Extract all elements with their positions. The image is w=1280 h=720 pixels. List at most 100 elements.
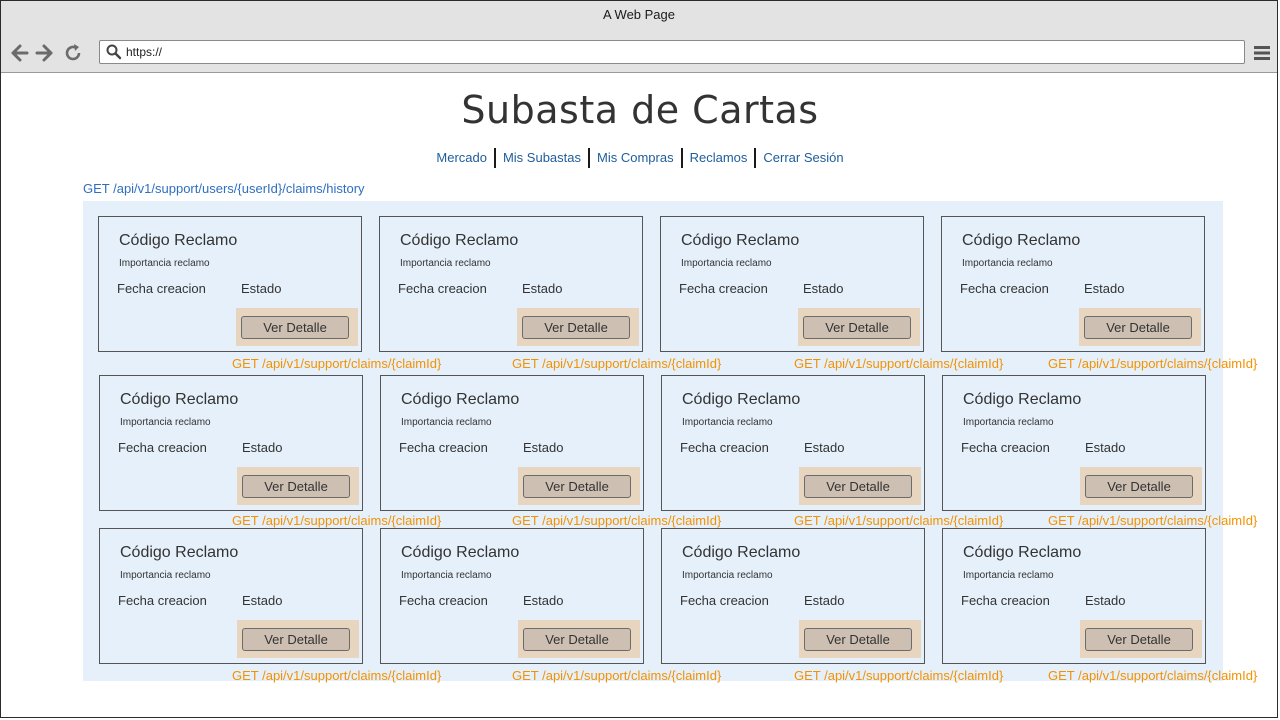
claim-status: Estado bbox=[1085, 593, 1126, 608]
detail-endpoint-annotation: GET /api/v1/support/claims/{claimId} bbox=[1048, 668, 1258, 683]
claim-created-date: Fecha creacion bbox=[961, 593, 1050, 608]
claim-importance: Importancia reclamo bbox=[119, 258, 210, 269]
detail-button-container: Ver Detalle bbox=[799, 620, 921, 658]
claim-created-date: Fecha creacion bbox=[680, 440, 769, 455]
nav-link-reclamos[interactable]: Reclamos bbox=[683, 148, 755, 168]
detail-button-container: Ver Detalle bbox=[798, 308, 920, 346]
claim-code: Código Reclamo bbox=[401, 544, 520, 561]
claim-status: Estado bbox=[1084, 281, 1125, 296]
claim-created-date: Fecha creacion bbox=[399, 440, 488, 455]
back-icon[interactable] bbox=[8, 42, 30, 64]
claim-card: Código Reclamo Importancia reclamo Fecha… bbox=[661, 375, 925, 511]
claim-status: Estado bbox=[241, 281, 282, 296]
detail-button-container: Ver Detalle bbox=[236, 308, 358, 346]
claim-card: Código Reclamo Importancia reclamo Fecha… bbox=[942, 528, 1206, 664]
claim-card: Código Reclamo Importancia reclamo Fecha… bbox=[380, 375, 644, 511]
detail-endpoint-annotation: GET /api/v1/support/claims/{claimId} bbox=[232, 668, 442, 683]
view-detail-button[interactable]: Ver Detalle bbox=[523, 475, 631, 498]
claim-created-date: Fecha creacion bbox=[961, 440, 1050, 455]
claim-card: Código Reclamo Importancia reclamo Fecha… bbox=[380, 528, 644, 664]
view-detail-button[interactable]: Ver Detalle bbox=[1084, 316, 1192, 339]
forward-icon[interactable] bbox=[34, 42, 56, 64]
claim-created-date: Fecha creacion bbox=[118, 593, 207, 608]
detail-endpoint-annotation: GET /api/v1/support/claims/{claimId} bbox=[232, 513, 442, 528]
claim-code: Código Reclamo bbox=[120, 544, 239, 561]
claim-card: Código Reclamo Importancia reclamo Fecha… bbox=[99, 528, 363, 664]
detail-button-container: Ver Detalle bbox=[517, 308, 639, 346]
detail-endpoint-annotation: GET /api/v1/support/claims/{claimId} bbox=[794, 513, 1004, 528]
window-titlebar: A Web Page bbox=[1, 1, 1277, 35]
claim-code: Código Reclamo bbox=[963, 544, 1082, 561]
nav-link-mis-compras[interactable]: Mis Compras bbox=[590, 148, 681, 168]
detail-endpoint-annotation: GET /api/v1/support/claims/{claimId} bbox=[1048, 356, 1258, 371]
claim-code: Código Reclamo bbox=[681, 232, 800, 249]
view-detail-button[interactable]: Ver Detalle bbox=[804, 475, 912, 498]
claim-importance: Importancia reclamo bbox=[401, 417, 492, 428]
claim-importance: Importancia reclamo bbox=[401, 570, 492, 581]
view-detail-button[interactable]: Ver Detalle bbox=[803, 316, 911, 339]
claim-status: Estado bbox=[804, 593, 845, 608]
detail-endpoint-annotation: GET /api/v1/support/claims/{claimId} bbox=[232, 356, 442, 371]
claim-importance: Importancia reclamo bbox=[120, 570, 211, 581]
claim-code: Código Reclamo bbox=[401, 391, 520, 408]
nav-link-cerrar-sesion[interactable]: Cerrar Sesión bbox=[756, 148, 850, 168]
view-detail-button[interactable]: Ver Detalle bbox=[1085, 628, 1193, 651]
claim-status: Estado bbox=[523, 440, 564, 455]
detail-button-container: Ver Detalle bbox=[1079, 308, 1201, 346]
claim-card: Código Reclamo Importancia reclamo Fecha… bbox=[661, 528, 925, 664]
history-endpoint-annotation: GET /api/v1/support/users/{userId}/claim… bbox=[83, 181, 365, 196]
detail-endpoint-annotation: GET /api/v1/support/claims/{claimId} bbox=[794, 668, 1004, 683]
detail-endpoint-annotation: GET /api/v1/support/claims/{claimId} bbox=[794, 356, 1004, 371]
claim-code: Código Reclamo bbox=[682, 391, 801, 408]
detail-endpoint-annotation: GET /api/v1/support/claims/{claimId} bbox=[1048, 513, 1258, 528]
claim-card: Código Reclamo Importancia reclamo Fecha… bbox=[379, 216, 643, 352]
detail-button-container: Ver Detalle bbox=[237, 620, 359, 658]
nav-link-mercado[interactable]: Mercado bbox=[429, 148, 494, 168]
claim-importance: Importancia reclamo bbox=[963, 570, 1054, 581]
claim-card: Código Reclamo Importancia reclamo Fecha… bbox=[98, 216, 362, 352]
detail-endpoint-annotation: GET /api/v1/support/claims/{claimId} bbox=[512, 668, 722, 683]
view-detail-button[interactable]: Ver Detalle bbox=[523, 628, 631, 651]
claim-code: Código Reclamo bbox=[120, 391, 239, 408]
view-detail-button[interactable]: Ver Detalle bbox=[522, 316, 630, 339]
url-input[interactable] bbox=[126, 44, 1226, 60]
hamburger-menu-icon[interactable] bbox=[1253, 44, 1271, 62]
claim-status: Estado bbox=[242, 593, 283, 608]
claim-importance: Importancia reclamo bbox=[682, 417, 773, 428]
window-title: A Web Page bbox=[602, 7, 676, 22]
nav-link-mis-subastas[interactable]: Mis Subastas bbox=[496, 148, 588, 168]
reload-icon[interactable] bbox=[62, 42, 84, 64]
detail-endpoint-annotation: GET /api/v1/support/claims/{claimId} bbox=[512, 513, 722, 528]
view-detail-button[interactable]: Ver Detalle bbox=[242, 628, 350, 651]
detail-button-container: Ver Detalle bbox=[518, 467, 640, 505]
claim-card: Código Reclamo Importancia reclamo Fecha… bbox=[99, 375, 363, 511]
claim-created-date: Fecha creacion bbox=[117, 281, 206, 296]
claim-status: Estado bbox=[804, 440, 845, 455]
claim-code: Código Reclamo bbox=[682, 544, 801, 561]
claim-card: Código Reclamo Importancia reclamo Fecha… bbox=[660, 216, 924, 352]
claim-created-date: Fecha creacion bbox=[679, 281, 768, 296]
detail-button-container: Ver Detalle bbox=[518, 620, 640, 658]
claim-status: Estado bbox=[1085, 440, 1126, 455]
detail-button-container: Ver Detalle bbox=[1080, 620, 1202, 658]
view-detail-button[interactable]: Ver Detalle bbox=[804, 628, 912, 651]
detail-button-container: Ver Detalle bbox=[1080, 467, 1202, 505]
claim-importance: Importancia reclamo bbox=[682, 570, 773, 581]
claim-importance: Importancia reclamo bbox=[400, 258, 491, 269]
view-detail-button[interactable]: Ver Detalle bbox=[241, 316, 349, 339]
claim-created-date: Fecha creacion bbox=[399, 593, 488, 608]
claim-status: Estado bbox=[242, 440, 283, 455]
claim-created-date: Fecha creacion bbox=[118, 440, 207, 455]
view-detail-button[interactable]: Ver Detalle bbox=[1085, 475, 1193, 498]
claim-card: Código Reclamo Importancia reclamo Fecha… bbox=[941, 216, 1205, 352]
claim-importance: Importancia reclamo bbox=[681, 258, 772, 269]
claim-importance: Importancia reclamo bbox=[963, 417, 1054, 428]
claim-created-date: Fecha creacion bbox=[680, 593, 769, 608]
claim-card: Código Reclamo Importancia reclamo Fecha… bbox=[942, 375, 1206, 511]
claim-code: Código Reclamo bbox=[119, 232, 238, 249]
claim-created-date: Fecha creacion bbox=[960, 281, 1049, 296]
claim-code: Código Reclamo bbox=[963, 391, 1082, 408]
search-icon bbox=[106, 44, 122, 60]
address-bar[interactable] bbox=[99, 40, 1245, 64]
view-detail-button[interactable]: Ver Detalle bbox=[242, 475, 350, 498]
